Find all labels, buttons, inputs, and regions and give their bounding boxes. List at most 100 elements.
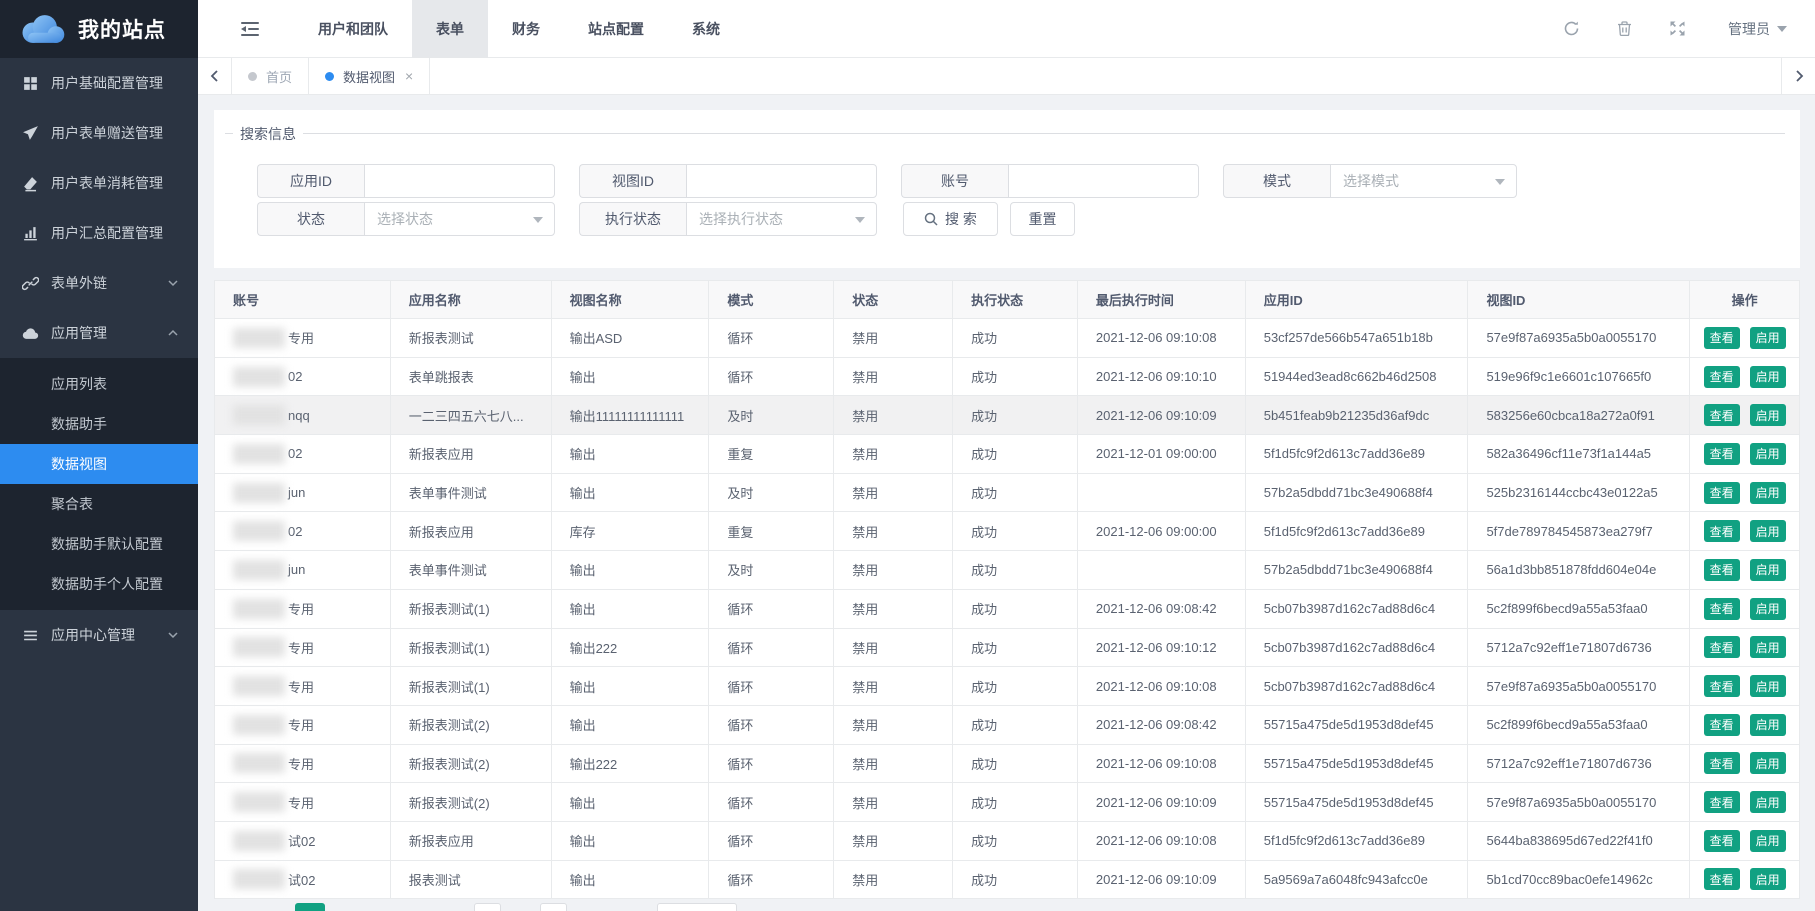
view-button[interactable]: 查看 [1704, 482, 1740, 504]
top-nav-tab[interactable]: 用户和团队 [294, 0, 412, 58]
form-select-value: 选择模式 [1343, 171, 1399, 191]
form-select[interactable]: 选择状态 [364, 202, 555, 236]
fullscreen-icon[interactable] [1669, 20, 1686, 37]
tag-label: 数据视图 [343, 67, 395, 86]
form-select[interactable]: 选择执行状态 [686, 202, 877, 236]
table-cell-account: 02 [215, 435, 391, 473]
logo[interactable]: 我的站点 [0, 0, 198, 58]
form-select[interactable]: 选择模式 [1330, 164, 1517, 198]
table-cell-view_name: 库存 [552, 512, 710, 550]
view-button[interactable]: 查看 [1704, 752, 1740, 774]
tags-nav-bar: 首页 数据视图 × [198, 58, 1815, 95]
search-form-row-2: 状态选择状态执行状态选择执行状态 搜 索 重置 [257, 202, 1075, 236]
redacted-account-blur [233, 637, 285, 657]
redacted-account-blur [233, 328, 285, 348]
table-cell-last_exec: 2021-12-06 09:10:12 [1078, 629, 1246, 667]
view-button[interactable]: 查看 [1704, 791, 1740, 813]
sidebar-item[interactable]: 表单外链 [0, 258, 198, 308]
form-input[interactable] [1008, 164, 1199, 198]
view-button[interactable]: 查看 [1704, 559, 1740, 581]
enable-button[interactable]: 启用 [1750, 752, 1786, 774]
table-cell-app_id: 5b451feab9b21235d36af9dc [1246, 396, 1469, 434]
view-button[interactable]: 查看 [1704, 598, 1740, 620]
table-cell-mode: 及时 [709, 474, 834, 512]
enable-button[interactable]: 启用 [1750, 443, 1786, 465]
sidebar-item[interactable]: 用户表单赠送管理 [0, 108, 198, 158]
sidebar-item[interactable]: 应用管理 [0, 308, 198, 358]
enable-button[interactable]: 启用 [1750, 559, 1786, 581]
tag-label: 首页 [266, 67, 292, 86]
enable-button[interactable]: 启用 [1750, 327, 1786, 349]
table-cell-app_id: 55715a475de5d1953d8def45 [1246, 783, 1469, 821]
search-button-label: 搜 索 [945, 209, 977, 229]
view-button[interactable]: 查看 [1704, 520, 1740, 542]
pagination-size-select[interactable] [657, 903, 737, 911]
sidebar-collapse-icon[interactable] [240, 19, 260, 39]
pagination-active-page[interactable] [295, 903, 325, 911]
table-row: 02新报表应用库存重复禁用成功2021-12-06 09:00:005f1d5f… [215, 512, 1799, 551]
sidebar-item[interactable]: 用户汇总配置管理 [0, 208, 198, 258]
enable-button[interactable]: 启用 [1750, 868, 1786, 890]
sidebar-subitem[interactable]: 数据助手 [0, 404, 198, 444]
enable-button[interactable]: 启用 [1750, 482, 1786, 504]
enable-button[interactable]: 启用 [1750, 366, 1786, 388]
table-header-cell: 视图名称 [552, 281, 710, 318]
table-cell-app_id: 5a9569a7a6048fc943afcc0e [1246, 861, 1469, 899]
tag-close-icon[interactable]: × [405, 69, 413, 83]
table-cell-last_exec: 2021-12-06 09:10:08 [1078, 319, 1246, 357]
enable-button[interactable]: 启用 [1750, 791, 1786, 813]
refresh-icon[interactable] [1563, 20, 1580, 37]
table-cell-status: 禁用 [834, 512, 953, 550]
pagination-button[interactable] [540, 903, 567, 911]
table-cell-last_exec [1078, 551, 1246, 589]
sidebar-subitem[interactable]: 聚合表 [0, 484, 198, 524]
top-nav-tab[interactable]: 财务 [488, 0, 564, 58]
enable-button[interactable]: 启用 [1750, 404, 1786, 426]
form-input[interactable] [364, 164, 555, 198]
view-button[interactable]: 查看 [1704, 404, 1740, 426]
view-button[interactable]: 查看 [1704, 675, 1740, 697]
view-button[interactable]: 查看 [1704, 636, 1740, 658]
sidebar-subitem[interactable]: 数据助手默认配置 [0, 524, 198, 564]
sidebar-subitem[interactable]: 数据视图 [0, 444, 198, 484]
enable-button[interactable]: 启用 [1750, 520, 1786, 542]
view-button[interactable]: 查看 [1704, 327, 1740, 349]
sidebar-item[interactable]: 应用中心管理 [0, 610, 198, 660]
top-nav-tab[interactable]: 系统 [668, 0, 744, 58]
table-cell-account: 02 [215, 512, 391, 550]
enable-button[interactable]: 启用 [1750, 714, 1786, 736]
tags-scroll-right-icon[interactable] [1781, 58, 1815, 94]
form-group-select: 模式选择模式 [1223, 164, 1517, 198]
table-row: 专用新报表测试输出ASD循环禁用成功2021-12-06 09:10:0853c… [215, 319, 1799, 358]
view-button[interactable]: 查看 [1704, 830, 1740, 852]
tags-scroll-left-icon[interactable] [198, 58, 232, 94]
table-cell-app_name: 报表测试 [391, 861, 552, 899]
top-nav-tab[interactable]: 表单 [412, 0, 488, 58]
user-menu[interactable]: 管理员 [1728, 19, 1787, 39]
form-input[interactable] [686, 164, 877, 198]
enable-button[interactable]: 启用 [1750, 598, 1786, 620]
table-cell-status: 禁用 [834, 822, 953, 860]
enable-button[interactable]: 启用 [1750, 675, 1786, 697]
view-button[interactable]: 查看 [1704, 443, 1740, 465]
pagination-button[interactable] [474, 903, 501, 911]
tag-active[interactable]: 数据视图 × [309, 58, 430, 94]
enable-button[interactable]: 启用 [1750, 636, 1786, 658]
enable-button[interactable]: 启用 [1750, 830, 1786, 852]
sidebar-subitem[interactable]: 数据助手个人配置 [0, 564, 198, 604]
view-button[interactable]: 查看 [1704, 714, 1740, 736]
table-cell-app_name: 表单跳报表 [391, 358, 552, 396]
table-cell-account: 专用 [215, 745, 391, 783]
trash-icon[interactable] [1616, 20, 1633, 37]
sidebar-subitem[interactable]: 应用列表 [0, 364, 198, 404]
table-header-cell: 应用名称 [391, 281, 552, 318]
top-nav-tab[interactable]: 站点配置 [564, 0, 668, 58]
reset-button[interactable]: 重置 [1010, 202, 1075, 236]
sidebar-item[interactable]: 用户表单消耗管理 [0, 158, 198, 208]
tag-inactive[interactable]: 首页 [232, 58, 309, 94]
view-button[interactable]: 查看 [1704, 366, 1740, 388]
sidebar-item-label: 用户表单消耗管理 [51, 173, 180, 193]
view-button[interactable]: 查看 [1704, 868, 1740, 890]
search-button[interactable]: 搜 索 [903, 202, 998, 236]
sidebar-item[interactable]: 用户基础配置管理 [0, 58, 198, 108]
